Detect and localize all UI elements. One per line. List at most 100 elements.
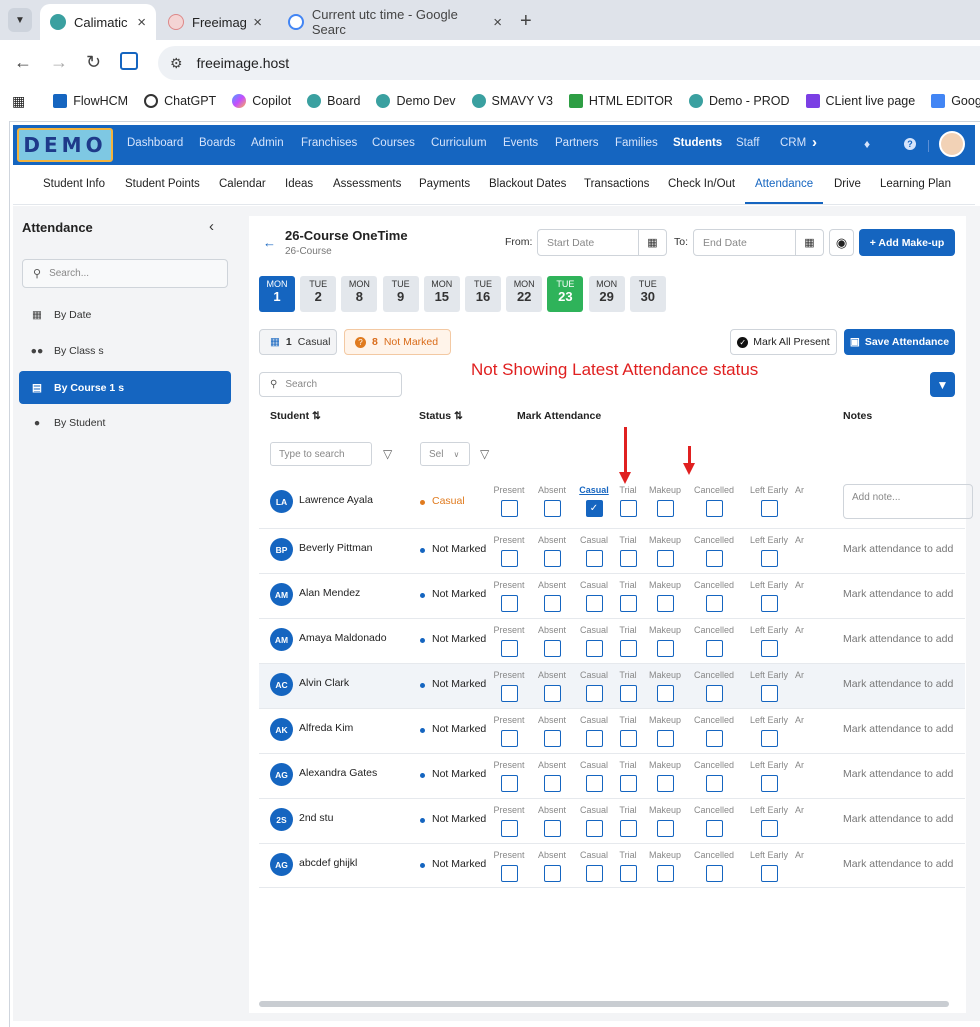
option-checkbox[interactable] — [760, 550, 778, 567]
sidebar-item-by-course[interactable]: ▤ By Course 1 s — [19, 371, 231, 404]
option-checkbox[interactable] — [585, 595, 603, 612]
date-chip[interactable]: TUE 23 — [547, 276, 584, 312]
option-checkbox[interactable] — [705, 595, 723, 612]
horizontal-scrollbar[interactable] — [259, 1001, 949, 1007]
option-checkbox[interactable] — [619, 640, 637, 657]
date-chip[interactable]: MON 8 — [341, 276, 378, 312]
attendance-option-left-early[interactable]: Left Early — [744, 535, 794, 567]
date-chip[interactable]: MON 29 — [588, 276, 625, 312]
nav-students[interactable]: Students — [673, 137, 722, 149]
end-date-input[interactable]: End Date ▦ — [693, 229, 824, 256]
bookmark-client-live[interactable]: CLient live page — [805, 94, 915, 108]
subnav-student-points[interactable]: Student Points — [125, 178, 200, 190]
attendance-option-ar[interactable]: Ar — [795, 485, 807, 495]
date-chip[interactable]: TUE 9 — [382, 276, 419, 312]
option-checkbox[interactable] — [500, 730, 518, 747]
option-checkbox[interactable] — [619, 500, 637, 517]
option-checkbox[interactable] — [656, 775, 674, 792]
option-checkbox[interactable] — [585, 550, 603, 567]
sidebar-item-by-student[interactable]: ● By Student — [30, 413, 106, 433]
calendar-icon[interactable]: ▦ — [638, 230, 666, 255]
option-checkbox[interactable] — [543, 640, 561, 657]
subnav-drive[interactable]: Drive — [834, 178, 861, 190]
subnav-payments[interactable]: Payments — [419, 178, 470, 190]
nav-staff[interactable]: Staff — [736, 137, 759, 149]
date-chip[interactable]: MON 1 — [259, 276, 295, 312]
subnav-attendance[interactable]: Attendance — [755, 178, 813, 190]
attendance-option-cancelled[interactable]: Cancelled — [689, 760, 739, 792]
back-arrow-icon[interactable]: ← — [263, 235, 276, 250]
option-checkbox[interactable] — [760, 595, 778, 612]
attendance-option-left-early[interactable]: Left Early — [744, 670, 794, 702]
option-checkbox[interactable] — [656, 820, 674, 837]
option-checkbox[interactable] — [705, 820, 723, 837]
attendance-option-ar[interactable]: Ar — [795, 760, 807, 770]
site-info-icon[interactable]: ⚙ — [170, 55, 183, 72]
browser-tab-calimatic[interactable]: Calimatic × — [40, 4, 156, 40]
student-filter-input[interactable]: Type to search — [270, 442, 372, 466]
attendance-option-cancelled[interactable]: Cancelled — [689, 670, 739, 702]
note-input[interactable]: Add note... — [843, 484, 973, 519]
option-checkbox[interactable] — [585, 685, 603, 702]
attendance-option-left-early[interactable]: Left Early — [744, 625, 794, 657]
table-search-input[interactable]: ⚲ Search — [259, 372, 402, 397]
bookmark-demo-prod[interactable]: Demo - PROD — [688, 94, 790, 108]
nav-scroll-right-icon[interactable]: › — [812, 134, 817, 151]
option-checkbox[interactable] — [656, 640, 674, 657]
nav-partners[interactable]: Partners — [555, 137, 598, 149]
filter-button[interactable]: ▼ — [930, 372, 955, 397]
option-checkbox[interactable] — [705, 775, 723, 792]
attendance-option-left-early[interactable]: Left Early — [744, 580, 794, 612]
option-checkbox[interactable] — [705, 550, 723, 567]
date-chip[interactable]: MON 15 — [423, 276, 460, 312]
option-checkbox[interactable] — [619, 820, 637, 837]
option-checkbox[interactable] — [656, 500, 674, 517]
attendance-option-cancelled[interactable]: Cancelled — [689, 625, 739, 657]
tab-search-dropdown[interactable]: ▼ — [8, 8, 32, 32]
attendance-option-makeup[interactable]: Makeup — [640, 715, 690, 747]
option-checkbox[interactable] — [760, 775, 778, 792]
option-checkbox[interactable] — [543, 500, 561, 517]
attendance-option-makeup[interactable]: Makeup — [640, 580, 690, 612]
add-makeup-button[interactable]: + Add Make-up — [859, 229, 955, 256]
attendance-option-makeup[interactable]: Makeup — [640, 805, 690, 837]
option-checkbox[interactable] — [619, 775, 637, 792]
option-checkbox[interactable] — [500, 595, 518, 612]
casual-count-chip[interactable]: ▦ 1 Casual — [259, 329, 337, 355]
student-name[interactable]: Alexandra Gates — [299, 767, 377, 779]
option-checkbox[interactable] — [656, 685, 674, 702]
option-checkbox[interactable] — [500, 685, 518, 702]
subnav-check-in-out[interactable]: Check In/Out — [668, 178, 735, 190]
nav-boards[interactable]: Boards — [199, 137, 235, 149]
student-name[interactable]: Amaya Maldonado — [299, 632, 387, 644]
date-chip[interactable]: TUE 2 — [300, 276, 337, 312]
attendance-option-makeup[interactable]: Makeup — [640, 670, 690, 702]
attendance-option-ar[interactable]: Ar — [795, 850, 807, 860]
not-marked-count-chip[interactable]: ? 8 Not Marked — [344, 329, 451, 355]
option-checkbox[interactable] — [500, 500, 518, 517]
split-view-icon[interactable] — [120, 52, 138, 70]
subnav-ideas[interactable]: Ideas — [285, 178, 313, 190]
help-icon[interactable]: ? — [904, 138, 916, 150]
bookmark-board[interactable]: Board — [307, 94, 360, 108]
bookmark-google[interactable]: Google — [931, 94, 980, 108]
attendance-option-cancelled[interactable]: Cancelled — [689, 715, 739, 747]
option-checkbox[interactable] — [619, 865, 637, 882]
subnav-transactions[interactable]: Transactions — [584, 178, 649, 190]
sidebar-search-input[interactable]: ⚲ Search... — [22, 259, 228, 288]
subnav-calendar[interactable]: Calendar — [219, 178, 266, 190]
option-checkbox[interactable] — [760, 640, 778, 657]
subnav-student-info[interactable]: Student Info — [43, 178, 105, 190]
bookmark-flowhcm[interactable]: FlowHCM — [53, 94, 128, 108]
status-header[interactable]: Status ⇅ — [419, 410, 463, 422]
bookmark-html-editor[interactable]: HTML EDITOR — [568, 94, 673, 108]
option-checkbox[interactable] — [500, 775, 518, 792]
option-checkbox[interactable] — [585, 730, 603, 747]
attendance-option-left-early[interactable]: Left Early — [744, 850, 794, 882]
option-checkbox[interactable] — [656, 550, 674, 567]
avatar[interactable] — [939, 131, 965, 157]
mark-all-present-button[interactable]: ✓ Mark All Present — [730, 329, 837, 355]
option-checkbox[interactable] — [705, 730, 723, 747]
student-name[interactable]: Alvin Clark — [299, 677, 349, 689]
attendance-option-ar[interactable]: Ar — [795, 805, 807, 815]
